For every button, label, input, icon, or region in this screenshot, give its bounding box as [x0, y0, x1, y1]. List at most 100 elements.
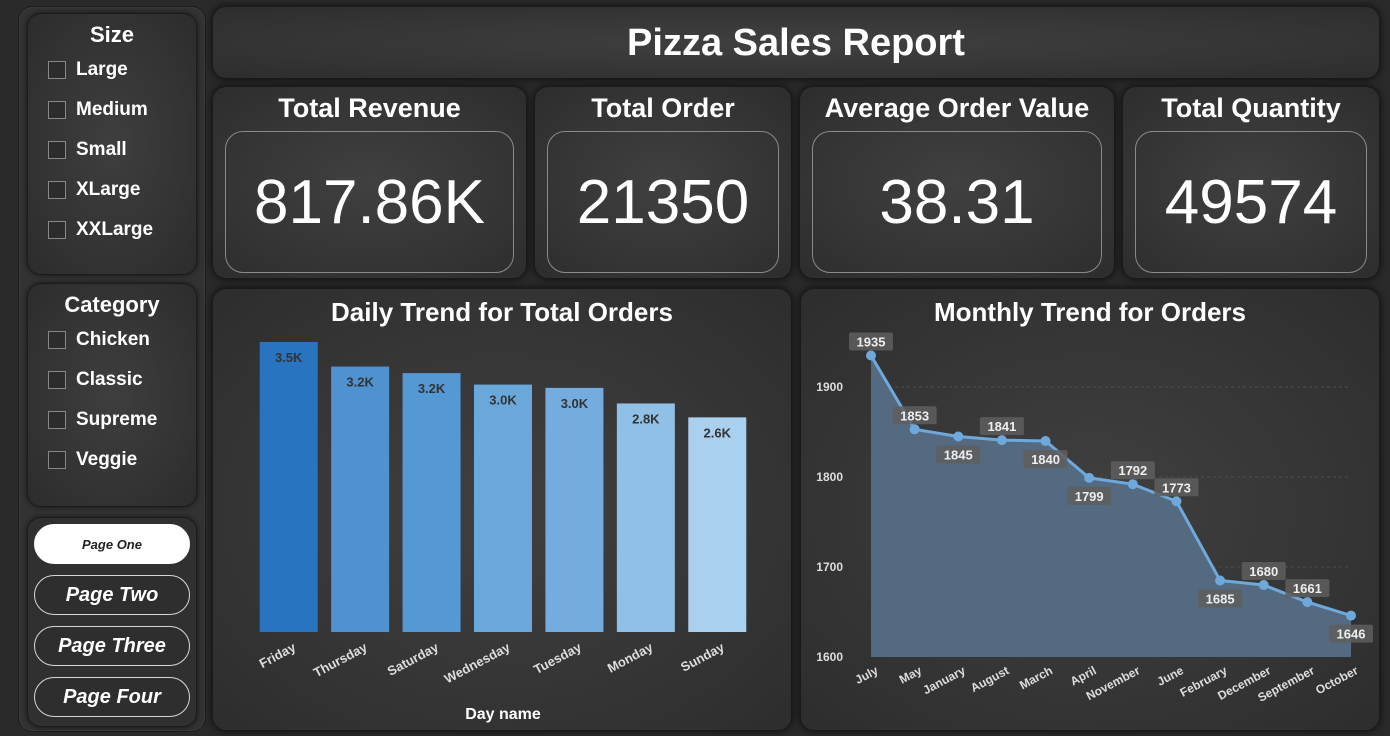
point-may[interactable]: [909, 424, 920, 435]
point-december[interactable]: [1258, 580, 1269, 590]
point-november[interactable]: [1127, 479, 1138, 490]
kpi-title: Total Quantity: [1161, 93, 1341, 123]
size-option-label: Large: [76, 59, 128, 80]
x-axis-title: Day name: [465, 706, 541, 723]
bar-monday[interactable]: [616, 403, 675, 632]
checkbox[interactable]: [48, 101, 66, 119]
page-two-button[interactable]: Page Two: [34, 575, 190, 615]
checkbox[interactable]: [48, 181, 66, 199]
y-tick-label: 1900: [816, 380, 843, 394]
bar-friday[interactable]: [259, 342, 318, 632]
x-tick-label: March: [1017, 663, 1055, 692]
size-option-small[interactable]: Small: [28, 130, 196, 170]
point-august[interactable]: [996, 435, 1007, 446]
point-data-label: 1773: [1162, 480, 1191, 495]
area-fill: [871, 355, 1351, 657]
point-data-label: 1799: [1075, 489, 1104, 504]
category-slicer-title: Category: [64, 292, 160, 317]
point-data-label: 1853: [900, 408, 929, 423]
x-tick-label: August: [968, 663, 1011, 695]
category-option-chicken[interactable]: Chicken: [28, 320, 196, 360]
x-tick-label: Tuesday: [531, 639, 584, 677]
category-option-label: Chicken: [76, 329, 150, 350]
category-option-label: Classic: [76, 369, 143, 390]
x-tick-label: July: [853, 663, 881, 687]
size-option-label: XLarge: [76, 179, 141, 200]
point-march[interactable]: [1040, 436, 1051, 446]
checkbox[interactable]: [48, 141, 66, 159]
point-data-label: 1935: [857, 335, 886, 350]
size-option-large[interactable]: Large: [28, 50, 196, 90]
bar-tuesday[interactable]: [545, 387, 604, 632]
x-tick-label: Friday: [257, 639, 299, 671]
size-slicer-title: Size: [89, 22, 135, 47]
x-tick-label: Monday: [605, 639, 656, 676]
size-option-medium[interactable]: Medium: [28, 90, 196, 130]
page-three-button[interactable]: Page Three: [34, 626, 190, 666]
checkbox[interactable]: [48, 451, 66, 469]
bar-saturday[interactable]: [402, 373, 461, 632]
page-four-button[interactable]: Page Four: [34, 677, 190, 717]
y-tick-label: 1800: [816, 470, 843, 484]
size-slicer: Size Large Medium Small XLarge XXLarge: [27, 13, 197, 275]
category-option-veggie[interactable]: Veggie: [28, 440, 196, 480]
checkbox[interactable]: [48, 221, 66, 239]
size-option-label: XXLarge: [76, 219, 154, 240]
kpi-title: Total Revenue: [278, 93, 461, 123]
category-option-classic[interactable]: Classic: [28, 360, 196, 400]
x-tick-label: Wednesday: [442, 639, 513, 686]
kpi-value: 21350: [547, 131, 779, 273]
bar-data-label: 2.8K: [632, 411, 660, 426]
monthly-trend-chart-card: Monthly Trend for Orders 1600 1700 1800 190…: [800, 288, 1380, 731]
x-tick-label: Thursday: [311, 639, 370, 680]
point-february[interactable]: [1215, 575, 1226, 586]
bar-sunday[interactable]: [688, 417, 747, 632]
point-january[interactable]: [953, 431, 964, 442]
x-tick-label: January: [920, 663, 967, 697]
kpi-value: 38.31: [812, 131, 1102, 273]
point-data-label: 1661: [1293, 581, 1322, 596]
checkbox[interactable]: [48, 371, 66, 389]
page-title: Pizza Sales Report: [627, 22, 965, 64]
bar-wednesday[interactable]: [474, 384, 532, 632]
point-september[interactable]: [1302, 597, 1313, 608]
kpi-card-total-order: Total Order 21350: [534, 86, 792, 279]
bar-data-label: 3.2K: [418, 381, 446, 396]
x-tick-label: May: [897, 663, 924, 686]
kpi-card-average-order-value: Average Order Value 38.31: [799, 86, 1115, 279]
point-data-label: 1840: [1031, 452, 1060, 467]
bar-data-label: 3.0K: [489, 393, 517, 408]
bar-data-label: 2.6K: [704, 425, 732, 440]
category-option-supreme[interactable]: Supreme: [28, 400, 196, 440]
kpi-title: Average Order Value: [824, 93, 1090, 123]
daily-trend-chart-card: Daily Trend for Total Orders 3.5K Friday 3…: [212, 288, 792, 731]
kpi-value: 817.86K: [225, 131, 514, 273]
point-data-label: 1841: [987, 419, 1016, 434]
page-one-button[interactable]: Page One: [34, 524, 190, 564]
bar-thursday[interactable]: [331, 366, 390, 632]
page-navigation: Page One Page Two Page Three Page Four: [27, 517, 197, 727]
checkbox[interactable]: [48, 61, 66, 79]
point-october[interactable]: [1346, 610, 1356, 621]
size-option-label: Small: [76, 139, 127, 160]
bar-data-label: 3.5K: [275, 350, 303, 365]
y-tick-label: 1600: [816, 650, 843, 664]
category-option-label: Supreme: [76, 409, 158, 430]
bar-data-label: 3.0K: [561, 396, 589, 411]
x-tick-label: October: [1313, 663, 1360, 697]
kpi-card-total-revenue: Total Revenue 817.86K: [212, 86, 527, 279]
size-option-label: Medium: [76, 99, 148, 120]
point-april[interactable]: [1084, 472, 1095, 483]
size-option-xlarge[interactable]: XLarge: [28, 170, 196, 210]
size-option-xxlarge[interactable]: XXLarge: [28, 210, 196, 250]
point-data-label: 1680: [1249, 564, 1278, 579]
point-june[interactable]: [1171, 496, 1182, 507]
sidebar: Size Large Medium Small XLarge XXLarge Categ…: [18, 6, 206, 732]
checkbox[interactable]: [48, 331, 66, 349]
point-data-label: 1646: [1337, 627, 1366, 642]
checkbox[interactable]: [48, 411, 66, 429]
x-tick-label: Saturday: [385, 639, 442, 679]
monthly-trend-chart: 1600 1700 1800 1900 1935 July 1853 May 1845 Janua…: [816, 332, 1373, 705]
point-july[interactable]: [866, 350, 876, 361]
header-card: Pizza Sales Report: [212, 6, 1380, 79]
